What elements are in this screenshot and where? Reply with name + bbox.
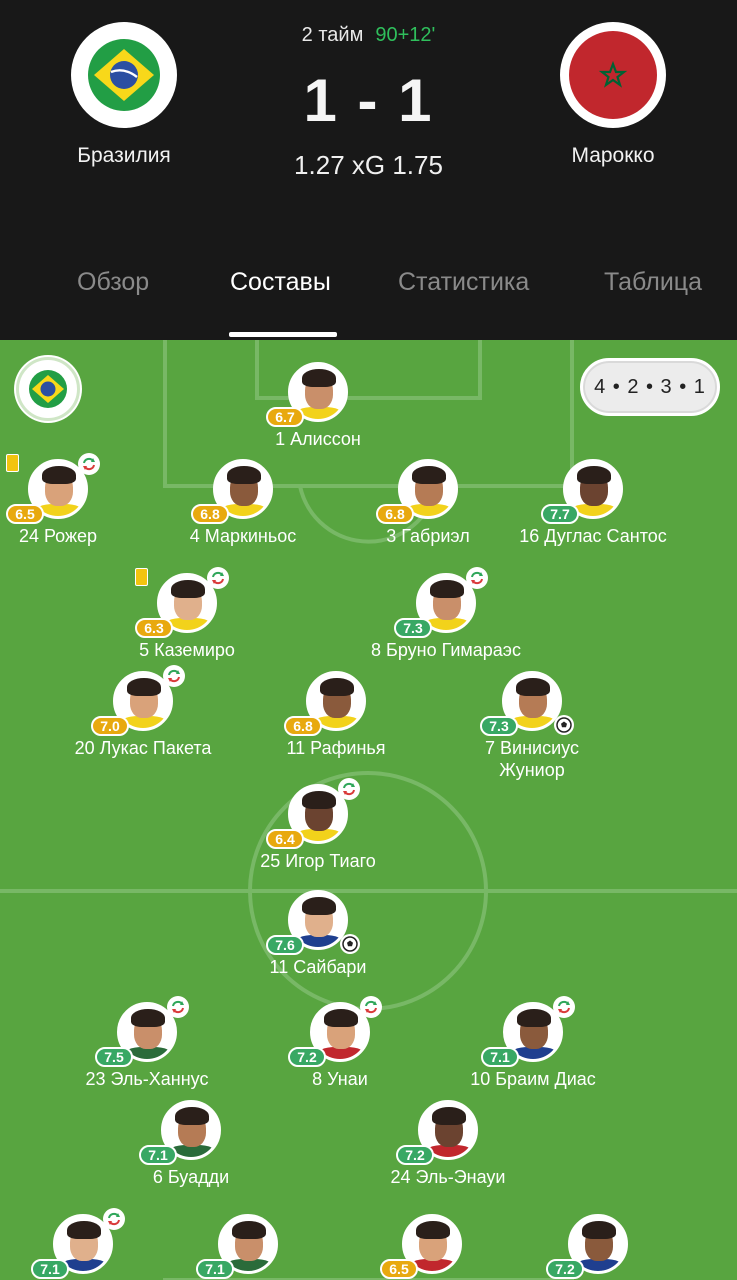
tab-table[interactable]: Таблица xyxy=(604,268,702,297)
away-team[interactable]: Марокко xyxy=(560,22,666,168)
player-rating: 6.4 xyxy=(266,829,304,849)
active-tab-indicator xyxy=(229,332,337,337)
player-rating: 6.5 xyxy=(380,1259,418,1279)
tab-lineups[interactable]: Составы xyxy=(230,268,331,297)
player-rating: 7.1 xyxy=(196,1259,234,1279)
player-name: 11 Сайбари xyxy=(269,957,367,977)
brazil-flag-icon xyxy=(29,370,67,408)
substitution-icon xyxy=(103,1208,125,1230)
match-header: Бразилия 2 тайм 90+12' 1 - 1 1.27 xG 1.75… xyxy=(0,0,737,340)
match-tabs: Обзор Составы Статистика Таблица xyxy=(0,268,737,340)
player-name: 20 Лукас Пакета xyxy=(74,738,212,758)
player-name: 7 Винисиус Жуниор xyxy=(485,738,579,780)
player-name: 24 Эль-Энауи xyxy=(390,1167,506,1187)
substitution-icon xyxy=(360,996,382,1018)
player-name: 10 Браим Диас xyxy=(470,1069,596,1089)
substitution-icon xyxy=(78,453,100,475)
player-rating: 7.3 xyxy=(480,716,518,736)
player-name: 6 Буадди xyxy=(152,1167,230,1187)
period-label: 2 тайм xyxy=(301,24,364,46)
player-name: 11 Рафинья xyxy=(286,738,386,758)
player-rating: 7.5 xyxy=(95,1047,133,1067)
player-rating: 7.2 xyxy=(396,1145,434,1165)
tab-overview[interactable]: Обзор xyxy=(77,268,149,297)
player-name: 25 Игор Тиаго xyxy=(260,851,376,871)
player-rating: 7.0 xyxy=(91,716,129,736)
player-name: 8 Бруно Гимараэс xyxy=(371,640,521,660)
player-rating: 6.7 xyxy=(266,407,304,427)
goal-ball-icon xyxy=(554,715,574,735)
yellow-card-icon xyxy=(6,454,19,472)
player-rating: 7.2 xyxy=(288,1047,326,1067)
player-name: 5 Каземиро xyxy=(139,640,235,660)
player-name: 8 Унаи xyxy=(312,1069,368,1089)
goal-ball-icon xyxy=(340,934,360,954)
substitution-icon xyxy=(466,567,488,589)
match-time: 90+12' xyxy=(375,24,436,46)
player-rating: 7.6 xyxy=(266,935,304,955)
morocco-flag-icon xyxy=(560,22,666,128)
away-team-name: Марокко xyxy=(571,144,655,167)
brazil-team-badge[interactable] xyxy=(16,357,80,421)
player-rating: 6.8 xyxy=(284,716,322,736)
player-rating: 7.1 xyxy=(139,1145,177,1165)
substitution-icon xyxy=(207,567,229,589)
player-rating: 7.1 xyxy=(31,1259,69,1279)
player-name: 24 Рожер xyxy=(18,526,98,546)
substitution-icon xyxy=(163,665,185,687)
player-rating: 7.2 xyxy=(546,1259,584,1279)
pitch-lines xyxy=(0,340,737,1280)
substitution-icon xyxy=(338,778,360,800)
player-rating: 6.5 xyxy=(6,504,44,524)
player-rating: 6.8 xyxy=(376,504,414,524)
player-name: 4 Маркиньос xyxy=(189,526,297,546)
substitution-icon xyxy=(553,996,575,1018)
player-rating: 7.3 xyxy=(394,618,432,638)
player-name: 23 Эль-Ханнус xyxy=(85,1069,209,1089)
player-rating: 6.3 xyxy=(135,618,173,638)
lineup-pitch: 4 • 2 • 3 • 1 6.7 1 Алиссон 6.5 24 Рожер 6.8… xyxy=(0,340,737,1280)
player-rating: 7.7 xyxy=(541,504,579,524)
player-rating: 7.1 xyxy=(481,1047,519,1067)
tab-statistics[interactable]: Статистика xyxy=(398,268,529,297)
player-name: 1 Алиссон xyxy=(275,429,361,449)
substitution-icon xyxy=(167,996,189,1018)
player-name: 16 Дуглас Сантос xyxy=(519,526,667,546)
formation-badge[interactable]: 4 • 2 • 3 • 1 xyxy=(580,358,720,416)
player-rating: 6.8 xyxy=(191,504,229,524)
yellow-card-icon xyxy=(135,568,148,586)
